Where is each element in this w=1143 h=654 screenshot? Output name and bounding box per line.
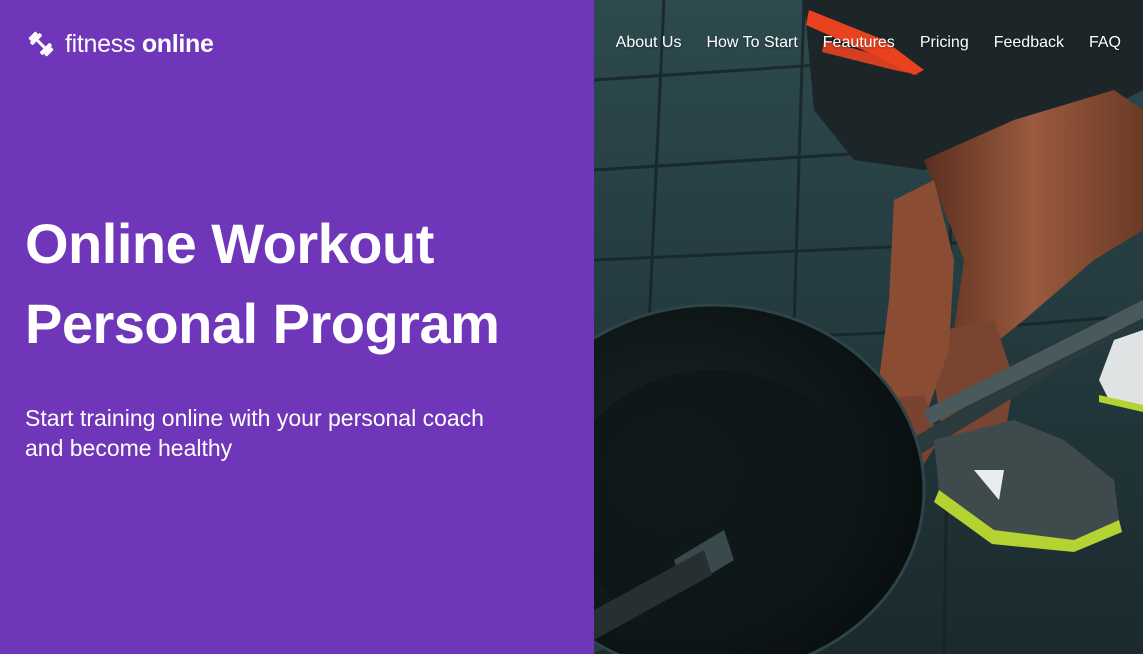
hero-subtitle: Start training online with your personal… [25, 403, 565, 463]
nav-link-about-us[interactable]: About Us [616, 34, 682, 52]
dumbbell-icon [25, 28, 57, 60]
nav-link-feedback[interactable]: Feedback [994, 34, 1064, 52]
main-nav: About Us How To Start Feautures Pricing … [616, 32, 1121, 54]
nav-link-how-to-start[interactable]: How To Start [706, 34, 797, 52]
nav-link-features[interactable]: Feautures [823, 34, 895, 52]
hero-title-line1: Online Workout [25, 212, 434, 275]
brand-name-light: fitness [65, 29, 136, 58]
hero-subtitle-line2: and become healthy [25, 435, 233, 461]
brand-name: fitness online [65, 30, 214, 59]
hero-photo [594, 0, 1143, 654]
brand-logo[interactable]: fitness online [25, 28, 214, 60]
nav-link-pricing[interactable]: Pricing [920, 34, 969, 52]
hero-subtitle-line1: Start training online with your personal… [25, 405, 484, 431]
landing-page: fitness online About Us How To Start Fea… [0, 0, 1143, 654]
hero-title-line2: Personal Program [25, 292, 500, 355]
hero-title: Online Workout Personal Program [25, 204, 585, 364]
brand-name-bold: online [141, 29, 214, 58]
gym-deadlift-photo [594, 0, 1143, 654]
nav-link-faq[interactable]: FAQ [1089, 34, 1121, 52]
